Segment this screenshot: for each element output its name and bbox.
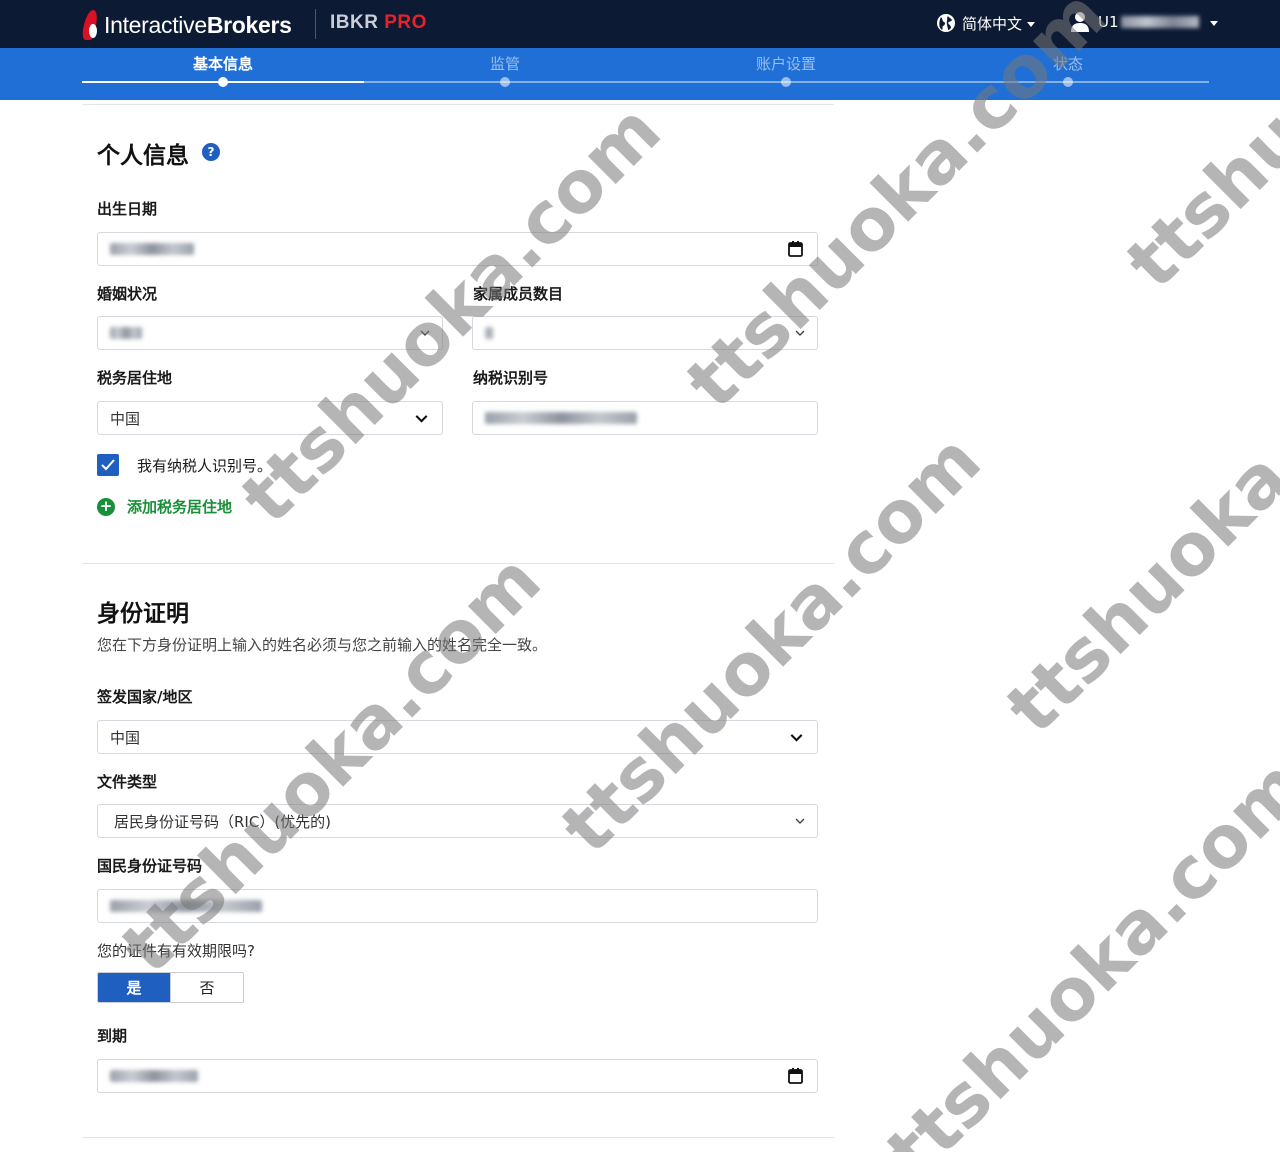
checkmark-icon [101, 459, 115, 471]
tax-residence-value: 中国 [110, 409, 141, 428]
dependents-select[interactable] [472, 316, 818, 350]
globe-icon [937, 14, 955, 32]
marital-status-redacted [110, 327, 142, 339]
add-tax-residence-button[interactable]: + 添加税务居住地 [97, 496, 232, 517]
flame-logo-icon [80, 10, 100, 40]
section-divider [82, 104, 834, 105]
dependents-redacted [485, 327, 493, 339]
has-expiry-toggle: 是 否 [97, 972, 244, 1003]
step-dot-regulatory [500, 77, 510, 87]
dependents-label: 家属成员数目 [473, 285, 564, 303]
interactive-brokers-logo[interactable]: InteractiveBrokers [80, 8, 292, 42]
expiry-yes-button[interactable]: 是 [98, 973, 170, 1002]
expiry-no-button[interactable]: 否 [170, 973, 243, 1002]
user-menu[interactable]: U1 [1070, 9, 1218, 35]
logo-divider [315, 9, 316, 39]
dob-input[interactable] [97, 232, 818, 266]
tin-label: 纳税识别号 [473, 369, 549, 387]
has-tin-checkbox[interactable] [97, 454, 119, 476]
id-number-redacted [110, 900, 262, 912]
top-navbar: InteractiveBrokers IBKR PRO 简体中文 U1 [0, 0, 1280, 48]
personal-info-title: 个人信息 [97, 143, 189, 169]
document-type-value: 居民身份证号码（RIC）(优先的) [114, 812, 332, 831]
marital-status-label: 婚姻状况 [97, 285, 158, 303]
expiry-date-input[interactable] [97, 1059, 818, 1093]
chevron-down-icon [415, 415, 428, 423]
product-name: IBKR PRO [330, 12, 427, 33]
expiry-date-redacted [110, 1070, 198, 1082]
document-type-select[interactable]: 居民身份证号码（RIC）(优先的) [97, 804, 818, 838]
step-regulatory[interactable]: 监管 [490, 53, 520, 74]
calendar-icon[interactable] [788, 241, 803, 257]
tin-value-redacted [485, 412, 637, 424]
plus-circle-icon: + [97, 497, 115, 516]
calendar-icon[interactable] [788, 1068, 803, 1084]
user-id-redacted [1120, 16, 1199, 28]
user-id: U1 [1098, 13, 1119, 31]
step-dot-basic-info [218, 77, 228, 87]
document-type-label: 文件类型 [97, 773, 158, 791]
id-number-input[interactable] [97, 889, 818, 923]
has-tin-label[interactable]: 我有纳税人识别号。 [137, 455, 272, 476]
identity-title: 身份证明 [97, 601, 189, 627]
step-status[interactable]: 状态 [1053, 53, 1083, 74]
tax-residence-select[interactable]: 中国 [97, 401, 443, 435]
expiry-label: 到期 [97, 1027, 128, 1045]
user-icon [1071, 12, 1089, 32]
chevron-down-icon [1209, 20, 1218, 26]
issuing-country-label: 签发国家/地区 [97, 688, 193, 706]
watermark: ttshuoka.com [870, 742, 1280, 1152]
chevron-down-icon [420, 330, 430, 336]
has-expiry-question: 您的证件有有效期限吗? [97, 942, 255, 960]
language-selector[interactable]: 简体中文 [936, 10, 1036, 36]
help-icon[interactable]: ? [202, 143, 220, 161]
issuing-country-value: 中国 [110, 728, 141, 747]
step-dot-account-setup [781, 77, 791, 87]
watermark: ttshuoka.com [545, 417, 997, 870]
progress-stepper: 基本信息 监管 账户设置 状态 [0, 48, 1280, 100]
dob-value-redacted [110, 243, 194, 255]
watermark: ttshuoka.com [990, 297, 1280, 750]
add-tax-residence-label: 添加税务居住地 [127, 498, 233, 516]
chevron-down-icon [1027, 21, 1036, 27]
watermark: ttshuoka.com [225, 87, 677, 540]
identity-description: 您在下方身份证明上输入的姓名必须与您之前输入的姓名完全一致。 [97, 636, 548, 654]
step-basic-info[interactable]: 基本信息 [193, 53, 253, 74]
language-label: 简体中文 [962, 14, 1023, 33]
issuing-country-select[interactable]: 中国 [97, 720, 818, 754]
chevron-down-icon [795, 818, 805, 824]
tin-input[interactable] [472, 401, 818, 435]
chevron-down-icon [795, 330, 805, 336]
id-number-label: 国民身份证号码 [97, 857, 203, 875]
step-dot-status [1063, 77, 1073, 87]
brand-name: InteractiveBrokers [104, 11, 292, 38]
chevron-down-icon [790, 734, 803, 742]
marital-status-select[interactable] [97, 316, 443, 350]
dob-label: 出生日期 [97, 200, 158, 218]
tax-residence-label: 税务居住地 [97, 369, 173, 387]
step-account-setup[interactable]: 账户设置 [756, 53, 816, 74]
section-divider [82, 563, 834, 564]
section-divider [82, 1137, 834, 1138]
